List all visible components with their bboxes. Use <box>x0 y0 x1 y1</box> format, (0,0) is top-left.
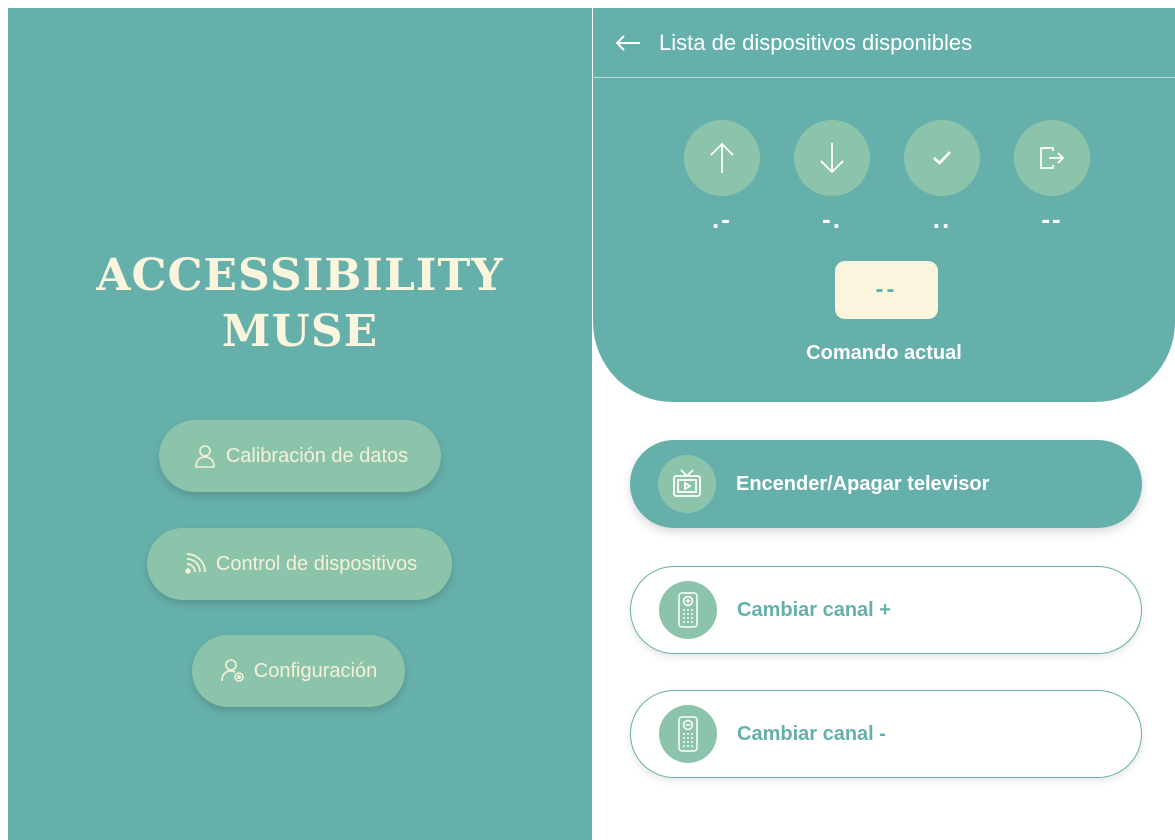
app-title: ACCESSIBILITY MUSE <box>8 248 592 360</box>
arrow-down-button[interactable] <box>794 120 870 196</box>
wifi-signal-icon <box>182 551 208 577</box>
command-tv-power[interactable]: Encender/Apagar televisor <box>630 440 1142 528</box>
command-channel-down[interactable]: Cambiar canal - <box>630 690 1142 778</box>
code-exit: -- <box>1041 204 1063 234</box>
device-control-button-label: Control de dispositivos <box>215 552 418 575</box>
device-header-panel: Lista de dispositivos disponibles .- -. … <box>593 8 1175 402</box>
code-down: -. <box>822 204 842 234</box>
calibration-button[interactable]: Calibración de datos <box>159 420 441 492</box>
settings-button[interactable]: Configuración <box>192 635 405 707</box>
app-title-line2: MUSE <box>221 306 379 357</box>
command-channel-down-label: Cambiar canal - <box>737 722 886 745</box>
remote-minus-icon <box>659 705 717 763</box>
device-control-button[interactable]: Control de dispositivos <box>147 528 452 600</box>
code-confirm: .. <box>932 204 952 234</box>
calibration-button-label: Calibración de datos <box>225 444 409 467</box>
confirm-button[interactable] <box>904 120 980 196</box>
remote-plus-icon <box>659 581 717 639</box>
user-icon <box>192 443 218 469</box>
code-up: .- <box>712 204 732 234</box>
back-arrow-icon[interactable] <box>613 28 643 58</box>
app-title-line1: ACCESSIBILITY <box>96 250 504 301</box>
main-menu-panel: ACCESSIBILITY MUSE Calibración de datos … <box>8 8 592 840</box>
command-channel-up-label: Cambiar canal + <box>737 598 891 621</box>
exit-button[interactable] <box>1014 120 1090 196</box>
top-bar: Lista de dispositivos disponibles <box>593 8 1175 78</box>
user-settings-icon <box>220 658 246 684</box>
page-title: Lista de dispositivos disponibles <box>659 29 973 55</box>
arrow-up-icon <box>710 142 734 173</box>
tv-icon <box>658 455 716 513</box>
command-channel-up[interactable]: Cambiar canal + <box>630 566 1142 654</box>
settings-button-label: Configuración <box>253 659 378 682</box>
command-tv-power-label: Encender/Apagar televisor <box>736 472 990 495</box>
check-icon <box>933 151 951 165</box>
current-command-display: -- <box>835 261 938 319</box>
arrow-up-button[interactable] <box>684 120 760 196</box>
logout-icon <box>1040 147 1065 169</box>
current-command-label: Comando actual <box>806 342 962 364</box>
arrow-down-icon <box>820 143 844 174</box>
